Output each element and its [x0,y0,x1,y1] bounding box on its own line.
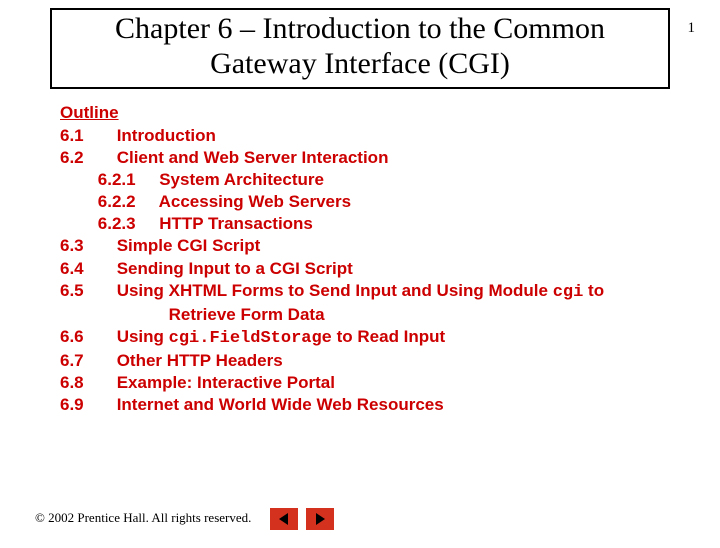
outline-item: 6.7 Other HTTP Headers [60,350,720,372]
outline-item: 6.4 Sending Input to a CGI Script [60,258,720,280]
copyright-text: © 2002 Prentice Hall. All rights reserve… [35,510,251,526]
outline-item: 6.8 Example: Interactive Portal [60,372,720,394]
title-box: Chapter 6 – Introduction to the Common G… [50,8,670,89]
outline-item: 6.3 Simple CGI Script [60,235,720,257]
next-arrow-icon [313,512,327,526]
outline-item: 6.2 Client and Web Server Interaction [60,147,720,169]
nav-buttons [270,508,334,530]
outline-heading: Outline [60,103,720,123]
prev-button[interactable] [270,508,298,530]
outline-item: 6.9 Internet and World Wide Web Resource… [60,394,720,416]
outline-item-continuation: Retrieve Form Data [60,304,720,326]
outline-item: 6.6 Using cgi.FieldStorage to Read Input [60,326,720,350]
outline: Outline 6.1 Introduction6.2 Client and W… [60,103,720,416]
outline-item: 6.2.1 System Architecture [60,169,720,191]
outline-item: 6.2.2 Accessing Web Servers [60,191,720,213]
next-button[interactable] [306,508,334,530]
outline-item: 6.2.3 HTTP Transactions [60,213,720,235]
prev-arrow-icon [277,512,291,526]
chapter-title: Chapter 6 – Introduction to the Common G… [72,12,648,81]
outline-item: 6.5 Using XHTML Forms to Send Input and … [60,280,720,304]
page-number: 1 [688,20,696,37]
outline-item: 6.1 Introduction [60,125,720,147]
